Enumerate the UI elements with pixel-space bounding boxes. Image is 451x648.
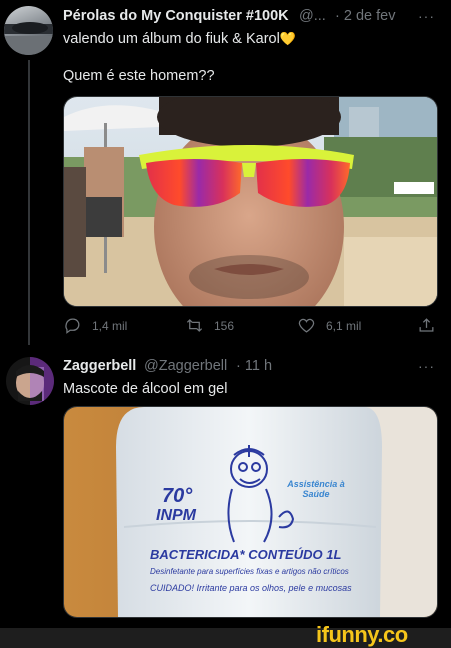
label-fine-print-1: Desinfetante para superfícies fixas e ar… [150,567,349,576]
tweet-text-line2: Quem é este homem?? [63,68,215,84]
display-name[interactable]: Pérolas do My Conquister #100K [63,8,289,24]
label-fine-print-2: CUIDADO! Irritante para os olhos, pele e… [150,583,352,593]
user-handle[interactable]: @Zaggerbell [144,358,227,374]
tweet-image-gel-bottle[interactable]: 70° INPM Assistência à Saúde BACTERICIDA… [63,406,438,618]
avatar-image [16,357,54,405]
health-badge: Assistência à Saúde [287,479,345,499]
retweet-button[interactable]: 156 [185,316,234,335]
user-handle[interactable]: @... [299,8,326,24]
more-options-icon[interactable]: ··· [418,358,435,374]
share-button[interactable] [417,316,436,335]
beach-selfie-image [64,97,437,306]
tweet-text: Mascote de álcool em gel [63,381,228,397]
alcohol-unit: INPM [156,507,196,524]
avatar-image [4,22,53,55]
reply-icon [65,318,80,334]
alcohol-grade: 70° [162,485,193,507]
ifunny-watermark: ifunny.co [316,622,408,647]
tweet-timestamp[interactable]: · 11 h [236,358,272,374]
reply-button[interactable]: 1,4 mil [63,316,127,335]
tweet-image-beach-selfie[interactable] [63,96,438,307]
retweet-count: 156 [214,318,235,333]
display-name[interactable]: Zaggerbell [63,358,136,374]
reply-count: 1,4 mil [92,318,128,333]
avatar-zaggerbell[interactable] [6,357,54,405]
thread-connector-line [28,60,30,345]
yellow-heart-emoji: 💛 [279,31,297,46]
product-name: BACTERICIDA* CONTEÚDO 1L [150,547,342,562]
tweet-timestamp[interactable]: · 2 de fev [335,8,395,24]
like-button[interactable]: 6,1 mil [297,316,361,335]
more-options-icon[interactable]: ··· [418,8,435,24]
avatar-perolas[interactable] [4,6,53,55]
share-icon [419,318,434,332]
tweet-text-line1: valendo um álbum do fiuk & Karol💛 [63,31,296,47]
tweet-text: valendo um álbum do fiuk & Karol [63,31,280,47]
retweet-icon [186,319,203,332]
heart-icon [298,318,315,333]
like-count: 6,1 mil [326,318,362,333]
